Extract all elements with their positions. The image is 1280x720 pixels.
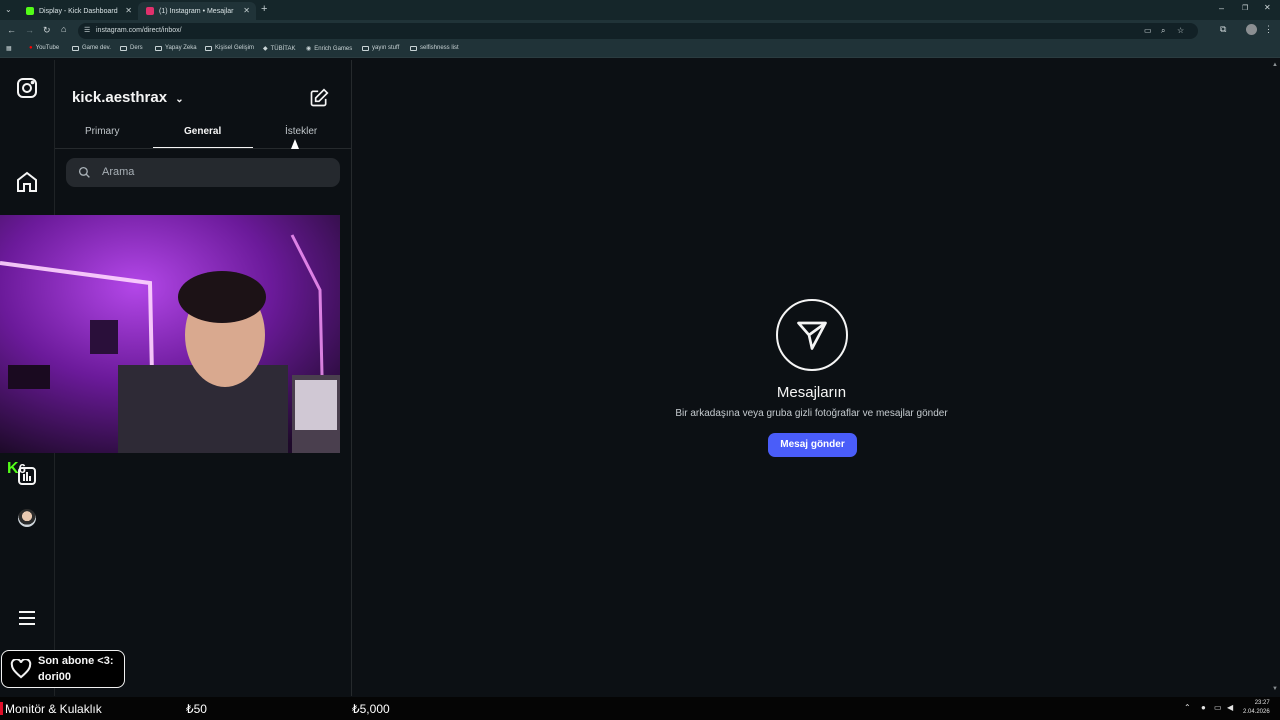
youtube-icon: ● xyxy=(29,45,33,51)
tray-chevron-icon[interactable]: ⌃ xyxy=(1184,703,1191,712)
webcam-overlay xyxy=(0,215,340,453)
close-icon[interactable]: ✕ xyxy=(125,6,132,15)
folder-icon xyxy=(362,45,369,51)
site-info-icon[interactable]: ☰ xyxy=(84,23,90,39)
ticker-marker xyxy=(0,702,3,715)
menu-icon[interactable] xyxy=(15,606,39,630)
messenger-icon xyxy=(776,299,848,371)
search-icon xyxy=(78,166,90,178)
bookmark-game-dev[interactable]: Game dev. xyxy=(72,45,111,51)
browser-tab-bar: ⌄ Display - Kick Dashboard ✕ (1) Instagr… xyxy=(0,0,1280,20)
last-subscriber-label: Son abone <3: xyxy=(38,655,114,667)
tabs-divider xyxy=(55,148,352,149)
tab-search-button[interactable]: ⌄ xyxy=(5,5,12,14)
url-text: instagram.com/direct/inbox/ xyxy=(96,27,182,34)
tab-requests[interactable]: İstekler xyxy=(285,126,317,137)
volume-icon[interactable]: ◀ xyxy=(1227,703,1233,712)
reload-icon[interactable]: ↻ xyxy=(43,25,51,36)
kick-favicon-icon xyxy=(26,7,34,15)
folder-icon xyxy=(205,45,212,51)
apps-icon[interactable]: ▦ xyxy=(6,45,12,52)
clock-time: 23:27 xyxy=(1254,700,1270,706)
clock-date: 2.04.2026 xyxy=(1243,709,1270,715)
messages-title: Mesajların xyxy=(776,384,847,401)
last-subscriber-badge: Son abone <3: dori00 xyxy=(1,650,125,688)
bookmark-yayin-stuff[interactable]: yayın stuff xyxy=(362,45,399,51)
webcam-feed-image xyxy=(0,215,340,453)
scroll-down-icon[interactable]: ▼ xyxy=(1272,686,1278,692)
page-scrollbar[interactable]: ▲ ▼ xyxy=(1270,60,1280,696)
mouse-cursor xyxy=(291,139,299,149)
new-tab-button[interactable]: + xyxy=(261,3,267,15)
heart-icon xyxy=(10,659,32,679)
folder-icon xyxy=(155,45,162,51)
system-clock[interactable]: 23:27 2.04.2026 xyxy=(1243,699,1270,717)
tab-instagram[interactable]: (1) Instagram • Mesajlar ✕ xyxy=(138,2,256,20)
bookmark-ders[interactable]: Ders xyxy=(120,45,143,51)
taskbar: Monitör & Kulaklık ₺50 ₺5,000 ⌃ ● ▭ ◀ 23… xyxy=(0,697,1280,720)
folder-icon xyxy=(120,45,127,51)
avatar[interactable] xyxy=(18,509,36,527)
browser-menu-icon[interactable]: ⋮ xyxy=(1264,24,1273,35)
messages-subtitle: Bir arkadaşına veya gruba gizli fotoğraf… xyxy=(675,408,948,419)
ticker-amount-2: ₺5,000 xyxy=(352,702,390,716)
tab-title: (1) Instagram • Mesajlar xyxy=(159,7,234,15)
restore-button[interactable]: ❐ xyxy=(1242,4,1248,12)
tubitak-icon: ◆ xyxy=(263,46,268,52)
microphone-icon[interactable]: ● xyxy=(1201,703,1206,712)
messages-main: Mesajların Bir arkadaşına veya gruba giz… xyxy=(353,60,1270,696)
compose-icon[interactable] xyxy=(309,88,329,108)
last-subscriber-text: Son abone <3: dori00 xyxy=(38,653,114,685)
ticker-item: Monitör & Kulaklık xyxy=(5,702,102,716)
bookmarks-bar: ▦ ● YouTube Game dev. Ders Yapay Zeka Kiş… xyxy=(0,42,1280,58)
tab-general[interactable]: General xyxy=(184,126,221,137)
search-input[interactable]: Arama xyxy=(66,158,340,187)
instagram-logo-icon[interactable] xyxy=(15,76,39,100)
globe-icon: ◉ xyxy=(306,46,312,52)
last-subscriber-name: dori00 xyxy=(38,671,72,683)
bookmark-selfishness-list[interactable]: selfishness list xyxy=(410,45,459,51)
home-icon[interactable]: ⌂ xyxy=(61,24,66,34)
extensions-icon[interactable]: ⧉ xyxy=(1220,24,1226,35)
profile-avatar[interactable] xyxy=(1246,24,1257,35)
folder-icon xyxy=(72,45,79,51)
zoom-icon[interactable]: ⌕ xyxy=(1161,23,1165,39)
bookmark-yapay-zeka[interactable]: Yapay Zeka xyxy=(155,45,197,51)
kick-viewer-count: K6 xyxy=(7,460,26,477)
bookmark-star-icon[interactable]: ☆ xyxy=(1177,23,1184,39)
close-window-button[interactable]: ✕ xyxy=(1264,3,1271,12)
active-tab-indicator xyxy=(153,147,253,148)
cast-icon[interactable]: ▭ xyxy=(1144,23,1152,39)
send-message-button[interactable]: Mesaj gönder xyxy=(768,433,857,457)
bookmark-youtube[interactable]: ● YouTube xyxy=(29,45,59,51)
chevron-down-icon: ⌄ xyxy=(175,94,184,105)
bookmark-kisisel-gelisim[interactable]: Kişisel Gelişim xyxy=(205,45,254,51)
bookmark-enrich-games[interactable]: ◉ Enrich Games xyxy=(306,45,352,53)
bookmark-tubitak[interactable]: ◆ TÜBİTAK xyxy=(263,45,296,53)
folder-icon xyxy=(410,45,417,51)
tab-primary[interactable]: Primary xyxy=(85,126,119,137)
tab-title: Display - Kick Dashboard xyxy=(39,7,118,15)
account-switcher[interactable]: kick.aesthrax ⌄ xyxy=(72,89,184,106)
scroll-up-icon[interactable]: ▲ xyxy=(1272,62,1278,68)
home-icon[interactable] xyxy=(15,170,39,194)
minimize-button[interactable]: – xyxy=(1219,3,1224,13)
kick-icon: K xyxy=(7,460,19,477)
back-icon[interactable]: ← xyxy=(7,25,16,35)
ticker-amount-1: ₺50 xyxy=(186,702,207,716)
forward-icon[interactable]: → xyxy=(25,25,34,35)
tab-kick-dashboard[interactable]: Display - Kick Dashboard ✕ xyxy=(18,2,138,20)
close-icon[interactable]: ✕ xyxy=(243,6,250,15)
network-icon[interactable]: ▭ xyxy=(1214,703,1222,712)
instagram-favicon-icon xyxy=(146,7,154,15)
address-bar[interactable]: ☰ instagram.com/direct/inbox/ ▭ ⌕ ☆ xyxy=(78,23,1198,39)
